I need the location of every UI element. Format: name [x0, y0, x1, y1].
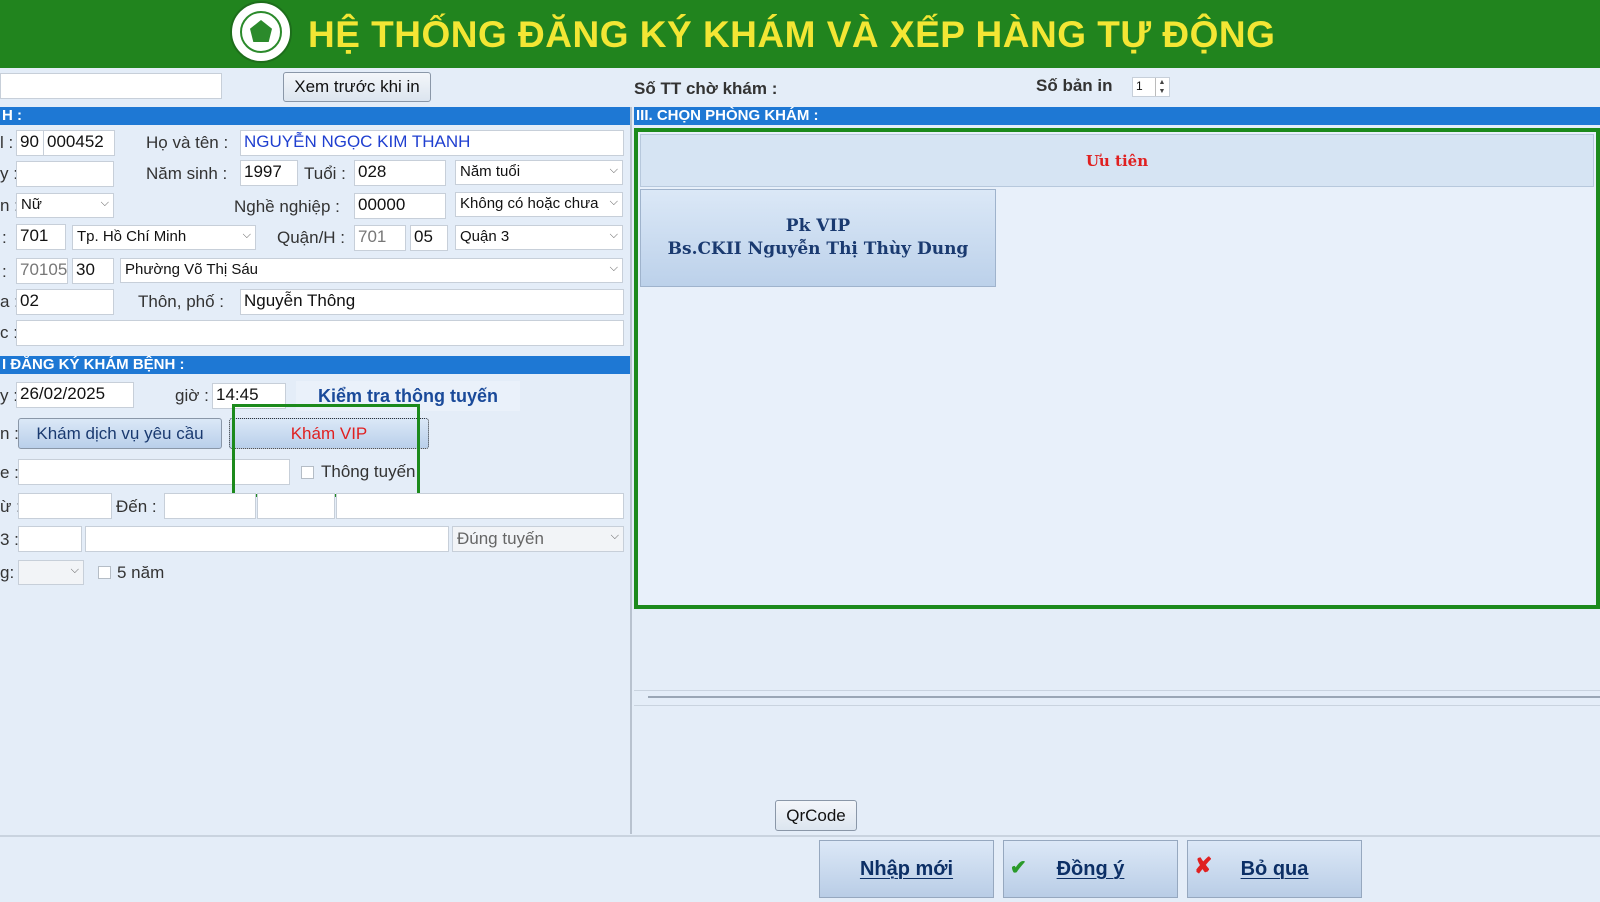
row6-select[interactable]: ⌵ — [18, 560, 84, 585]
to-label: Đến : — [116, 497, 157, 516]
district-code-field[interactable]: 05 — [410, 225, 448, 251]
chevron-down-icon: ⌵ — [609, 229, 618, 241]
ward-code-field[interactable]: 30 — [72, 258, 114, 284]
to-field-2[interactable] — [257, 493, 335, 519]
province-code-field[interactable]: 701 — [16, 224, 66, 250]
five-years-checkbox[interactable] — [98, 566, 111, 579]
preview-print-button[interactable]: Xem trước khi in — [283, 72, 431, 102]
patient-id-label: l : — [0, 133, 14, 152]
full-name-field[interactable]: NGUYỄN NGỌC KIM THANH — [240, 130, 624, 156]
row2-field[interactable] — [16, 161, 114, 187]
hospital-logo — [230, 1, 292, 63]
district-select[interactable]: Quận 3 ⌵ — [455, 225, 623, 250]
registration-section-header: I ĐĂNG KÝ KHÁM BỆNH : — [0, 356, 630, 374]
chevron-down-icon: ⌵ — [609, 164, 618, 176]
row5-code-field[interactable] — [18, 526, 82, 552]
chevron-down-icon: ⌵ — [242, 229, 251, 241]
row5-name-field[interactable] — [85, 526, 449, 552]
copies-stepper[interactable]: 1 ▲ ▼ — [1132, 77, 1170, 97]
close-icon: ✘ — [1194, 853, 1213, 878]
route-select[interactable]: Đúng tuyến ⌵ — [452, 526, 624, 552]
row6-label: g: — [0, 563, 15, 582]
date-field[interactable]: 26/02/2025 — [16, 382, 134, 408]
service-exam-button[interactable]: Khám dịch vụ yêu cầu — [18, 418, 222, 449]
skip-label: Bỏ qua — [1240, 857, 1309, 880]
copies-label: Số bản in — [1036, 76, 1113, 95]
patient-id-field[interactable]: 000452 — [43, 130, 115, 156]
from-field[interactable] — [18, 493, 112, 519]
chevron-down-icon: ⌵ — [609, 196, 618, 208]
qrcode-button[interactable]: QrCode — [775, 800, 857, 831]
new-entry-button[interactable]: Nhập mới — [819, 840, 994, 898]
chevron-down-icon: ⌵ — [609, 262, 618, 274]
app-title: HỆ THỐNG ĐĂNG KÝ KHÁM VÀ XẾP HÀNG TỰ ĐỘN… — [308, 14, 1276, 55]
province-value: Tp. Hồ Chí Minh — [77, 228, 187, 245]
route-value: Đúng tuyến — [457, 529, 544, 548]
to-field-1[interactable] — [164, 493, 256, 519]
ward-select[interactable]: Phường Võ Thị Sáu ⌵ — [120, 258, 623, 283]
chevron-down-icon: ⌵ — [70, 564, 79, 576]
new-entry-label: Nhập mới — [859, 857, 954, 880]
district-value: Quận 3 — [460, 228, 510, 245]
occupation-code-field[interactable]: 00000 — [354, 193, 446, 219]
patient-section-header: H : — [0, 107, 630, 125]
check-icon: ✔ — [1010, 857, 1027, 879]
birth-year-field[interactable]: 1997 — [240, 160, 298, 186]
room-doctor: Bs.CKII Nguyễn Thị Thùy Dung — [667, 239, 969, 259]
occupation-label: Nghề nghiệp : — [234, 197, 340, 216]
village-code-field[interactable]: 02 — [16, 289, 114, 315]
top-left-field[interactable] — [0, 73, 222, 99]
five-years-label: 5 năm — [117, 563, 165, 582]
agree-label: Đồng ý — [1056, 857, 1125, 880]
time-label: giờ : — [175, 386, 209, 405]
age-field[interactable]: 028 — [354, 160, 446, 186]
age-label: Tuổi : — [304, 164, 346, 183]
ward-value: Phường Võ Thị Sáu — [125, 261, 259, 278]
province-select[interactable]: Tp. Hồ Chí Minh ⌵ — [72, 225, 256, 250]
birth-year-label: Năm sinh : — [146, 164, 228, 183]
panel-divider — [630, 107, 632, 834]
row3-label: e : — [0, 463, 19, 482]
occupation-select[interactable]: Không có hoặc chưa ⌵ — [455, 192, 623, 217]
district-prefix-field[interactable]: 701 — [354, 225, 406, 251]
room-name: Pk VIP — [785, 216, 851, 236]
room-vip-button[interactable]: Pk VIP Bs.CKII Nguyễn Thị Thùy Dung — [640, 189, 996, 287]
street-field[interactable]: Nguyễn Thông — [240, 289, 624, 315]
room-section-header: III. CHỌN PHÒNG KHÁM : — [634, 107, 1600, 125]
to-field-3[interactable] — [336, 493, 624, 519]
age-unit-value: Năm tuổi — [460, 163, 521, 180]
gender-select[interactable]: Nữ ⌵ — [16, 193, 114, 218]
stepper-arrows-icon[interactable]: ▲ ▼ — [1155, 78, 1168, 96]
gender-value: Nữ — [21, 196, 42, 213]
copies-value: 1 — [1136, 79, 1143, 93]
chevron-down-icon: ⌵ — [100, 197, 109, 209]
exam-type-label: n : — [0, 424, 19, 443]
district-label: Quận/H : — [277, 228, 346, 247]
full-name-label: Họ và tên : — [146, 133, 229, 152]
priority-tab[interactable]: Ưu tiên — [640, 134, 1594, 187]
row7-field[interactable] — [16, 320, 624, 346]
chevron-down-icon: ⌵ — [610, 530, 619, 542]
street-label: Thôn, phố : — [138, 292, 225, 311]
skip-button[interactable]: ✘ Bỏ qua — [1187, 840, 1362, 898]
patient-id-prefix[interactable]: 90 — [16, 130, 44, 156]
province-label: : — [2, 228, 7, 247]
priority-label: Ưu tiên — [1085, 151, 1149, 170]
row5-label: 3 : — [0, 530, 19, 549]
ward-label: : — [2, 262, 7, 281]
occupation-value: Không có hoặc chưa — [460, 195, 599, 212]
highlight-box — [232, 404, 420, 497]
ward-prefix-field[interactable]: 70105 — [16, 258, 68, 284]
agree-button[interactable]: ✔ Đồng ý — [1003, 840, 1178, 898]
splitter-line — [648, 696, 1600, 698]
age-unit-select[interactable]: Năm tuổi ⌵ — [455, 160, 623, 185]
queue-number-label: Số TT chờ khám : — [634, 79, 778, 98]
